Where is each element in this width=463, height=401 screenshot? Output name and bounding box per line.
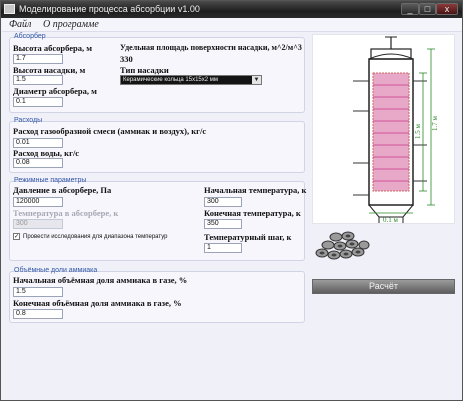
pressure-input[interactable]: 120000 — [13, 197, 63, 207]
dim-diameter-label: 0.1 м — [383, 216, 399, 224]
absorber-group-label: Абсорбер — [14, 33, 46, 40]
packing-height-label: Высота насадки, м — [13, 65, 86, 75]
menu-file[interactable]: Файл — [9, 19, 31, 30]
end-fraction-input[interactable]: 0.8 — [13, 309, 63, 319]
pressure-label: Давление в абсорбере, Па — [13, 185, 112, 195]
app-icon — [4, 4, 15, 14]
mode-group-label: Режимные параметры — [14, 177, 87, 184]
absorber-diameter-input[interactable]: 0.1 — [13, 97, 63, 107]
absorber-height-label: Высота абсорбера, м — [13, 43, 93, 53]
absorber-drawing: 1.7 м 1.5 м 0.1 м — [312, 34, 455, 224]
temp-step-label: Температурный шаг, к — [204, 232, 292, 242]
start-fraction-label: Начальная объёмная доля аммиака в газе, … — [13, 275, 188, 285]
dim-total-label: 1.7 м — [431, 116, 439, 132]
temp-step-input[interactable]: 1 — [204, 243, 242, 253]
surface-area-value: 330 — [120, 54, 133, 64]
water-flow-label: Расход воды, кг/с — [13, 148, 80, 158]
menu-bar: Файл О программе — [2, 18, 462, 32]
dim-packing-label: 1.5 м — [414, 124, 422, 140]
surface-area-label: Удельная площадь поверхности насадки, м^… — [120, 43, 302, 52]
absorber-temp-label: Температура в абсорбере, к — [13, 208, 119, 218]
absorber-diagram: 1.7 м 1.5 м 0.1 м — [353, 36, 439, 224]
absorber-height-input[interactable]: 1.7 — [13, 54, 63, 64]
absorber-diameter-label: Диаметр абсорбера, м — [13, 86, 97, 96]
chevron-down-icon[interactable]: ▼ — [252, 76, 261, 84]
start-fraction-input[interactable]: 1.5 — [13, 287, 63, 297]
flows-group-label: Расходы — [14, 117, 43, 124]
start-temp-label: Начальная температура, к — [204, 185, 307, 195]
calculate-button[interactable]: Расчёт — [312, 279, 455, 294]
packing-type-select[interactable]: Керамические кольца 15x15x2 мм ▼ — [120, 75, 262, 85]
start-temp-input[interactable]: 300 — [204, 197, 242, 207]
end-temp-input[interactable]: 350 — [204, 219, 242, 229]
packing-type-label: Тип насадки — [120, 65, 169, 75]
menu-about[interactable]: О программе — [43, 19, 99, 30]
app-window: Моделирование процесса абсорбции v1.00 _… — [0, 0, 463, 401]
title-bar[interactable]: Моделирование процесса абсорбции v1.00 _… — [1, 1, 462, 18]
end-temp-label: Конечная температура, к — [204, 208, 301, 218]
window-title: Моделирование процесса абсорбции v1.00 — [19, 4, 200, 14]
gas-flow-label: Расход газообразной смеси (аммиак и возд… — [13, 126, 207, 136]
end-fraction-label: Конечная объёмная доля аммиака в газе, % — [13, 298, 182, 308]
packing-rings-image — [312, 227, 374, 263]
maximize-button[interactable]: □ — [419, 3, 436, 15]
gas-flow-input[interactable]: 0.01 — [13, 138, 63, 148]
temp-range-label: Провести исследования для диапазона темп… — [23, 234, 168, 240]
fractions-group-label: Объёмные доли аммиака — [14, 267, 98, 274]
minimize-button[interactable]: _ — [401, 3, 419, 15]
water-flow-input[interactable]: 0.08 — [13, 158, 63, 168]
temp-range-checkbox[interactable]: ✓ — [13, 233, 20, 240]
absorber-temp-input[interactable]: 300 — [13, 219, 63, 229]
packing-type-value: Керамические кольца 15x15x2 мм — [123, 77, 218, 83]
close-button[interactable]: x — [436, 3, 458, 15]
packing-height-input[interactable]: 1.5 — [13, 75, 63, 85]
